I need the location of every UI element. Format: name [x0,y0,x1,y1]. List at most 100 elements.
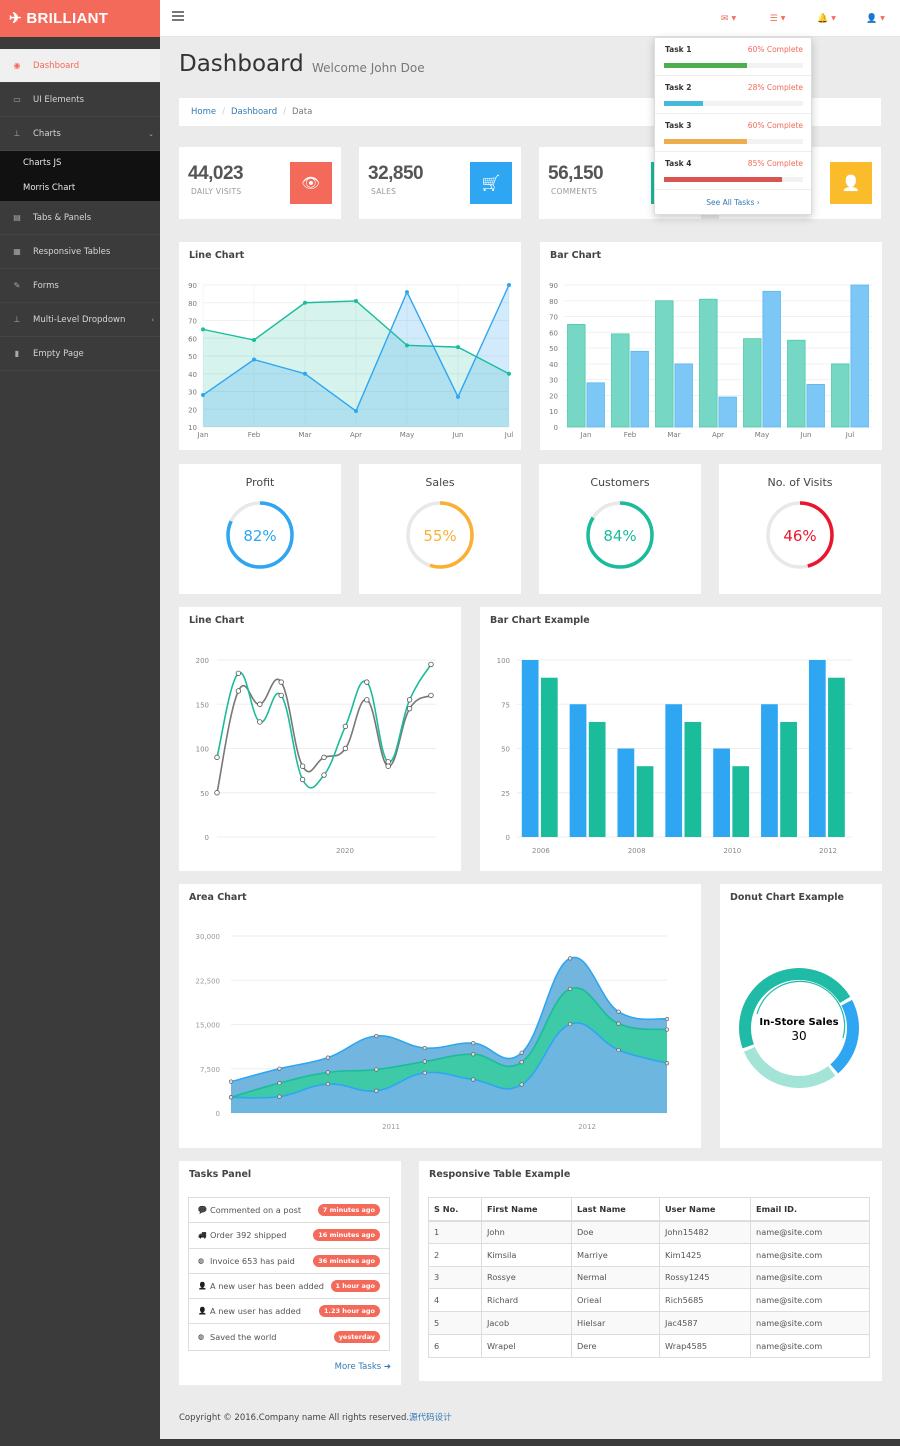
data-point[interactable] [507,283,511,287]
data-point[interactable] [321,754,327,761]
data-point[interactable] [235,688,242,694]
data-point[interactable] [299,763,306,769]
data-point[interactable] [405,290,409,295]
task-list-item[interactable]: ◍ Invoice 653 has paid 36 minutes ago [189,1249,389,1274]
data-point[interactable] [507,371,511,376]
data-point[interactable] [471,1041,476,1046]
bar[interactable] [761,704,778,837]
data-point[interactable] [342,745,349,752]
sidebar-item-forms[interactable]: ✎ Forms [0,269,160,303]
sidebar-item-responsive-tables[interactable]: ▦ Responsive Tables [0,235,160,269]
envelope-dropdown-toggle[interactable]: ✉ ▼ [704,0,753,37]
data-point[interactable] [568,986,573,991]
data-point[interactable] [342,723,349,730]
menu-toggle-button[interactable] [172,11,184,23]
data-point[interactable] [664,1016,670,1022]
data-point[interactable] [471,1052,476,1057]
data-point[interactable] [406,697,413,703]
data-point[interactable] [456,345,460,350]
bar[interactable] [521,660,539,837]
data-point[interactable] [257,719,263,725]
bar[interactable] [588,721,606,837]
donut-slice[interactable] [743,1047,836,1088]
tasks-dropdown-toggle[interactable]: ☰ ▼ [753,0,802,37]
data-point[interactable] [374,1033,379,1039]
data-point[interactable] [235,670,242,676]
bar[interactable] [684,721,702,837]
bar[interactable] [611,333,630,428]
data-point[interactable] [354,298,358,303]
bar[interactable] [636,766,654,837]
bell-dropdown-toggle[interactable]: 🔔 ▼ [802,0,851,37]
data-point[interactable] [214,790,220,796]
bar[interactable] [699,298,718,428]
bar[interactable] [787,339,806,428]
data-point[interactable] [201,327,205,332]
data-point[interactable] [374,1067,379,1072]
bar[interactable] [806,383,825,428]
donut-slice[interactable] [830,999,859,1074]
data-point[interactable] [519,1050,524,1055]
data-point[interactable] [519,1060,524,1065]
data-point[interactable] [471,1077,476,1082]
data-point[interactable] [252,357,256,362]
bar[interactable] [569,704,587,837]
data-point[interactable] [428,692,434,699]
breadcrumb-dashboard[interactable]: Dashboard [231,107,277,117]
data-point[interactable] [299,776,306,783]
bar[interactable] [808,660,826,837]
data-point[interactable] [278,692,284,699]
data-point[interactable] [664,1061,670,1066]
data-point[interactable] [456,394,460,399]
bar[interactable] [850,284,869,428]
data-point[interactable] [406,705,413,712]
data-point[interactable] [277,1080,282,1086]
data-point[interactable] [664,1027,670,1032]
data-point[interactable] [428,661,434,668]
task-item[interactable]: Task 1 60% Complete [655,38,811,76]
task-list-item[interactable]: 🚚 Order 392 shipped 16 minutes ago [189,1223,389,1249]
data-point[interactable] [228,1095,234,1100]
bar[interactable] [780,721,797,837]
data-point[interactable] [422,1070,427,1075]
sidebar-item-tabs-panels[interactable]: ▤ Tabs & Panels [0,201,160,235]
bar[interactable] [630,350,649,428]
task-list-item[interactable]: 👤 A new user has added 1.23 hour ago [189,1299,389,1325]
task-item[interactable]: Task 4 85% Complete [655,152,811,190]
bar[interactable] [718,396,737,428]
bar[interactable] [674,363,693,428]
bar[interactable] [713,748,730,838]
bar[interactable] [567,324,586,428]
bar[interactable] [665,704,683,837]
sidebar-item-dashboard[interactable]: ◉ Dashboard [0,49,160,83]
data-point[interactable] [303,300,307,305]
more-tasks-link[interactable]: More Tasks ➜ [335,1362,391,1372]
bar[interactable] [828,677,845,837]
sidebar-item-empty-page[interactable]: ▮ Empty Page [0,337,160,371]
data-point[interactable] [568,956,573,961]
see-all-tasks-link[interactable]: See All Tasks › [655,190,811,207]
bar[interactable] [655,300,674,428]
data-point[interactable] [303,371,307,376]
data-point[interactable] [252,338,256,343]
data-point[interactable] [325,1070,330,1075]
data-point[interactable] [354,409,358,414]
data-point[interactable] [374,1088,379,1093]
data-point[interactable] [364,679,370,685]
data-point[interactable] [519,1082,524,1087]
data-point[interactable] [228,1079,234,1084]
data-point[interactable] [364,697,370,703]
submenu-item-morris-chart[interactable]: Morris Chart [0,176,160,201]
data-point[interactable] [325,1055,330,1060]
task-list-item[interactable]: 👤 A new user has been added 1 hour ago [189,1274,389,1300]
data-point[interactable] [405,343,409,348]
task-list-item[interactable]: ◍ Saved the world yesterday [189,1324,389,1349]
data-point[interactable] [214,754,220,761]
footer-link[interactable]: 源代码设计 [409,1413,452,1423]
data-point[interactable] [257,701,263,707]
bar[interactable] [617,748,635,838]
bar[interactable] [540,677,558,837]
bar[interactable] [831,363,850,428]
sidebar-item-multi-level-dropdown[interactable]: ⊥ Multi-Level Dropdown ‹ [0,303,160,337]
task-list-item[interactable]: 💬 Commented on a post 7 minutes ago [189,1198,389,1224]
